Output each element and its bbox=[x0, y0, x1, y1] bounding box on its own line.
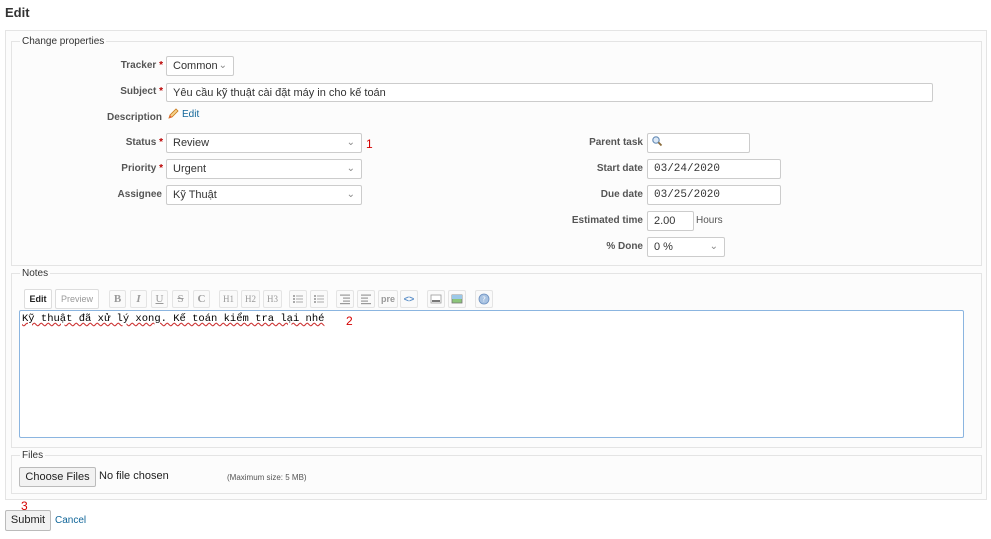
tracker-label-text: Tracker bbox=[120, 60, 157, 71]
svg-text:?: ? bbox=[482, 296, 486, 304]
chevron-down-icon: ⌄ bbox=[346, 137, 355, 148]
choose-files-button[interactable]: Choose Files bbox=[19, 467, 96, 487]
done-value: 0 % bbox=[654, 241, 673, 253]
required-mark: * bbox=[159, 137, 163, 148]
tracker-select[interactable]: Common ⌄ bbox=[166, 56, 234, 76]
assignee-label: Assignee bbox=[117, 189, 162, 200]
outdent-icon bbox=[340, 294, 350, 305]
status-label-text: Status bbox=[125, 137, 157, 148]
done-select[interactable]: 0 % ⌄ bbox=[647, 237, 725, 257]
required-mark: * bbox=[159, 60, 163, 71]
bold-button[interactable]: B bbox=[109, 290, 126, 308]
underline-button[interactable]: U bbox=[151, 290, 168, 308]
priority-label: Priority * bbox=[121, 163, 163, 174]
inline-code-button[interactable]: <> bbox=[400, 290, 418, 308]
status-value: Review bbox=[173, 137, 210, 149]
start-date-input[interactable]: 03/24/2020 bbox=[647, 159, 781, 179]
tracker-label: Tracker * bbox=[121, 60, 163, 71]
search-icon bbox=[651, 135, 663, 152]
description-edit-link[interactable]: Edit bbox=[182, 109, 199, 120]
subject-label-text: Subject bbox=[120, 86, 157, 97]
priority-select[interactable]: Urgent ⌄ bbox=[166, 159, 362, 179]
help-button[interactable]: ? bbox=[475, 290, 493, 308]
link-button[interactable] bbox=[427, 290, 445, 308]
code-button[interactable]: C bbox=[193, 290, 210, 308]
cancel-link[interactable]: Cancel bbox=[55, 515, 86, 526]
notes-text: Kỹ thuật đã xử lý xong. Kế toán kiểm tra… bbox=[22, 313, 325, 325]
image-icon bbox=[451, 294, 463, 304]
unordered-list-button[interactable] bbox=[289, 290, 307, 308]
priority-label-text: Priority bbox=[121, 163, 157, 174]
description-label: Description bbox=[106, 112, 162, 123]
outdent-button[interactable] bbox=[336, 290, 354, 308]
due-date-label: Due date bbox=[600, 189, 643, 200]
list-numbered-icon bbox=[314, 295, 324, 303]
estimated-time-unit: Hours bbox=[696, 215, 723, 226]
status-select[interactable]: Review ⌄ bbox=[166, 133, 362, 153]
done-label: % Done bbox=[606, 241, 643, 252]
submit-button[interactable]: Submit bbox=[5, 510, 51, 531]
files-legend: Files bbox=[22, 450, 44, 461]
max-size-note: (Maximum size: 5 MB) bbox=[227, 473, 307, 482]
heading1-button[interactable]: H1 bbox=[219, 290, 238, 308]
pencil-icon[interactable] bbox=[167, 108, 179, 123]
start-date-label: Start date bbox=[596, 163, 643, 174]
page-title: Edit bbox=[5, 5, 30, 20]
assignee-select[interactable]: Kỹ Thuật ⌄ bbox=[166, 185, 362, 205]
subject-label: Subject * bbox=[120, 86, 163, 97]
notes-textarea[interactable]: Kỹ thuật đã xử lý xong. Kế toán kiểm tra… bbox=[19, 310, 964, 438]
chevron-down-icon: ⌄ bbox=[346, 163, 355, 174]
list-bullet-icon bbox=[293, 295, 303, 303]
parent-task-input[interactable] bbox=[647, 133, 750, 153]
notes-legend: Notes bbox=[22, 268, 49, 279]
heading3-button[interactable]: H3 bbox=[263, 290, 282, 308]
file-status-text: No file chosen bbox=[99, 470, 169, 482]
tracker-value: Common bbox=[173, 60, 218, 72]
ordered-list-button[interactable] bbox=[310, 290, 328, 308]
image-button[interactable] bbox=[448, 290, 466, 308]
annotation-marker-2: 2 bbox=[346, 314, 353, 328]
annotation-marker-1: 1 bbox=[366, 137, 373, 151]
preformatted-button[interactable]: pre bbox=[378, 290, 398, 308]
indent-icon bbox=[361, 294, 371, 305]
parent-task-label: Parent task bbox=[589, 137, 643, 148]
assignee-value: Kỹ Thuật bbox=[173, 189, 217, 201]
chevron-down-icon: ⌄ bbox=[218, 60, 227, 71]
heading2-button[interactable]: H2 bbox=[241, 290, 260, 308]
required-mark: * bbox=[159, 86, 163, 97]
tab-edit[interactable]: Edit bbox=[24, 289, 52, 309]
due-date-input[interactable]: 03/25/2020 bbox=[647, 185, 781, 205]
subject-input[interactable]: Yêu cầu kỹ thuật cài đặt máy in cho kế t… bbox=[166, 83, 933, 102]
help-icon: ? bbox=[478, 293, 490, 305]
estimated-time-input[interactable]: 2.00 bbox=[647, 211, 694, 231]
priority-value: Urgent bbox=[173, 163, 207, 175]
properties-legend: Change properties bbox=[22, 36, 105, 47]
chevron-down-icon: ⌄ bbox=[346, 189, 355, 200]
link-icon bbox=[430, 294, 442, 304]
estimated-time-label: Estimated time bbox=[571, 215, 643, 226]
strikethrough-button[interactable]: S bbox=[172, 290, 189, 308]
chevron-down-icon: ⌄ bbox=[709, 241, 718, 252]
status-label: Status * bbox=[126, 137, 163, 148]
italic-button[interactable]: I bbox=[130, 290, 147, 308]
tab-preview[interactable]: Preview bbox=[55, 289, 99, 309]
indent-button[interactable] bbox=[357, 290, 375, 308]
required-mark: * bbox=[159, 163, 163, 174]
